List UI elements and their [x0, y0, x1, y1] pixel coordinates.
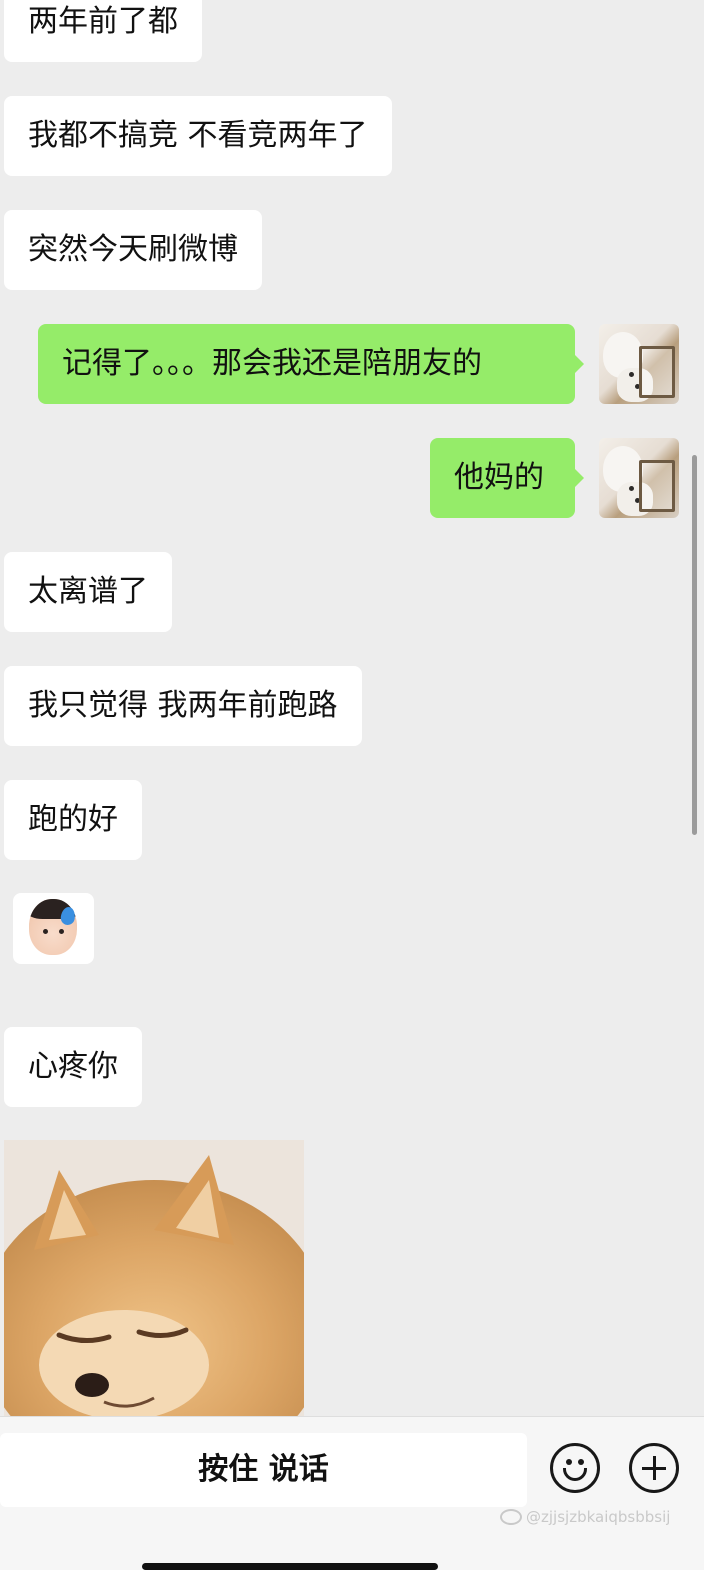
frame-shape — [639, 346, 675, 398]
message-text: 两年前了都 — [28, 4, 178, 39]
plus-vertical — [653, 1456, 656, 1480]
message-text: 心疼你 — [28, 1049, 118, 1084]
plus-icon[interactable] — [629, 1443, 679, 1493]
message-text: 我都不搞竞 不看竞两年了 — [28, 118, 368, 153]
message-outgoing[interactable]: 他妈的 — [430, 438, 584, 518]
emoji-icon[interactable] — [550, 1443, 600, 1493]
baby-eye — [43, 929, 48, 934]
message-text: 记得了。。。那会我还是陪朋友的 — [62, 346, 482, 381]
emoji-eye — [578, 1459, 584, 1465]
message-incoming[interactable]: 两年前了都 — [4, 0, 202, 62]
frame-shape — [639, 460, 675, 512]
message-incoming[interactable]: 我只觉得 我两年前跑路 — [4, 666, 362, 746]
message-outgoing[interactable]: 记得了。。。那会我还是陪朋友的 — [38, 324, 584, 404]
scrollbar[interactable] — [692, 455, 697, 835]
message-incoming[interactable]: 太离谱了 — [4, 552, 172, 632]
my-avatar[interactable] — [599, 438, 679, 518]
my-avatar[interactable] — [599, 324, 679, 404]
pomeranian-dog-image[interactable] — [4, 1140, 304, 1416]
message-text: 突然今天刷微博 — [28, 232, 238, 267]
dog-photo-icon — [4, 1140, 304, 1416]
message-list[interactable]: 两年前了都 我都不搞竞 不看竞两年了 突然今天刷微博 记得了。。。那会我还是陪朋… — [0, 0, 704, 1416]
message-incoming[interactable]: 跑的好 — [4, 780, 142, 860]
message-text: 跑的好 — [28, 802, 118, 837]
message-incoming[interactable]: 我都不搞竞 不看竞两年了 — [4, 96, 392, 176]
watermark: @zjjsjzbkaiqbsbbsij — [500, 1508, 670, 1526]
cat-eye — [629, 372, 634, 377]
input-bar: 按住 说话 — [0, 1416, 704, 1570]
message-text: 我只觉得 我两年前跑路 — [28, 688, 338, 723]
watermark-text: @zjjsjzbkaiqbsbbsij — [526, 1508, 671, 1526]
message-text: 太离谱了 — [28, 574, 148, 609]
message-incoming[interactable]: 突然今天刷微博 — [4, 210, 262, 290]
home-indicator[interactable] — [142, 1563, 438, 1570]
message-incoming[interactable]: 心疼你 — [4, 1027, 142, 1107]
emoji-eye — [566, 1459, 572, 1465]
weibo-icon — [500, 1509, 522, 1525]
cat-eye — [629, 486, 634, 491]
hold-to-talk-button[interactable]: 按住 说话 — [0, 1433, 527, 1507]
baby-sweat-sticker[interactable] — [13, 893, 94, 964]
baby-eye — [59, 929, 64, 934]
message-text: 他妈的 — [454, 460, 544, 495]
chat-screen: 两年前了都 我都不搞竞 不看竞两年了 突然今天刷微博 记得了。。。那会我还是陪朋… — [0, 0, 704, 1570]
emoji-mouth — [563, 1468, 587, 1481]
